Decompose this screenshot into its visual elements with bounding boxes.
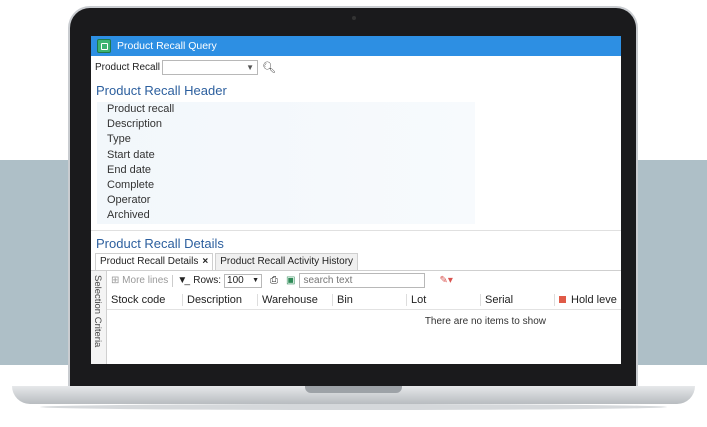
tab-label: Product Recall Details [100,255,199,267]
more-lines-button[interactable]: More lines [122,275,168,286]
grid-toolbar: ⊞ More lines ▼̲ Rows: 100 ▼ ⎙ ▣ ✎▾ [107,271,621,291]
product-recall-label: Product Recall [95,61,161,73]
more-lines-icon: ⊞ [111,275,123,286]
details-section-title: Product Recall Details [96,235,224,251]
hold-level-marker [559,296,566,304]
column-header-hold-level[interactable]: Hold leve [554,293,621,306]
field-label: Complete [107,178,155,191]
filter-icon[interactable]: ▼̲ [177,275,187,286]
column-header[interactable]: Bin [332,293,406,306]
section-divider [91,229,621,231]
search-input[interactable] [299,273,426,288]
column-header[interactable]: Lot [406,293,480,306]
field-label: Type [107,133,131,146]
column-header[interactable]: Serial [480,293,554,306]
tab-activity-history[interactable]: Product Recall Activity History [215,252,359,270]
selection-criteria-panel[interactable]: Selection Criteria [91,270,107,364]
title-bar: Product Recall Query [91,36,621,56]
filter-row: Product Recall ▼ 🔍︎ [91,56,621,78]
rows-select[interactable]: 100 ▼ [224,273,263,288]
camera-dot [352,16,356,20]
details-tabs: Product Recall Details × Product Recall A… [91,252,621,271]
app-window: Product Recall Query Product Recall ▼ 🔍︎… [91,36,621,364]
empty-grid-message: There are no items to show [424,315,546,327]
field-label: Product recall [107,103,175,115]
tab-label: Product Recall Activity History [220,255,354,267]
tab-product-recall-details[interactable]: Product Recall Details × [95,252,214,270]
field-label: Archived [107,209,150,222]
field-label: Description [107,118,163,131]
close-icon[interactable]: × [202,256,208,267]
header-section-title: Product Recall Header [96,83,227,98]
field-label: Operator [107,194,151,207]
column-header-label: Hold leve [571,293,617,306]
details-workarea: Selection Criteria ⊞ More lines ▼̲ Rows:… [91,270,621,365]
chevron-down-icon: ▼ [252,277,260,284]
field-label: End date [107,163,152,176]
header-fields: Product recall Description Type Start da… [97,102,475,224]
rows-value: 100 [227,275,244,286]
print-icon[interactable]: ⎙ [270,275,278,286]
eraser-icon[interactable]: ✎▾ [439,275,452,286]
export-icon[interactable]: ▣ [286,275,295,286]
chevron-down-icon: ▼ [246,62,255,72]
window-title: Product Recall Query [117,40,217,52]
selection-criteria-label: Selection Criteria [92,274,103,347]
column-header[interactable]: Description [182,293,257,306]
app-icon [97,39,111,53]
laptop-shadow [40,404,667,410]
field-label: Start date [107,148,155,161]
column-header[interactable]: Warehouse [257,293,332,306]
grid-column-headers: Stock code Description Warehouse Bin Lot… [107,291,621,310]
grid-area: ⊞ More lines ▼̲ Rows: 100 ▼ ⎙ ▣ ✎▾ Stock… [107,271,621,365]
column-header[interactable]: Stock code [107,294,182,306]
toolbar-separator [172,274,174,287]
laptop-base-notch [305,386,402,393]
rows-label: Rows: [193,275,222,286]
product-recall-select[interactable]: ▼ [162,59,259,75]
search-icon[interactable]: 🔍︎ [262,61,276,74]
